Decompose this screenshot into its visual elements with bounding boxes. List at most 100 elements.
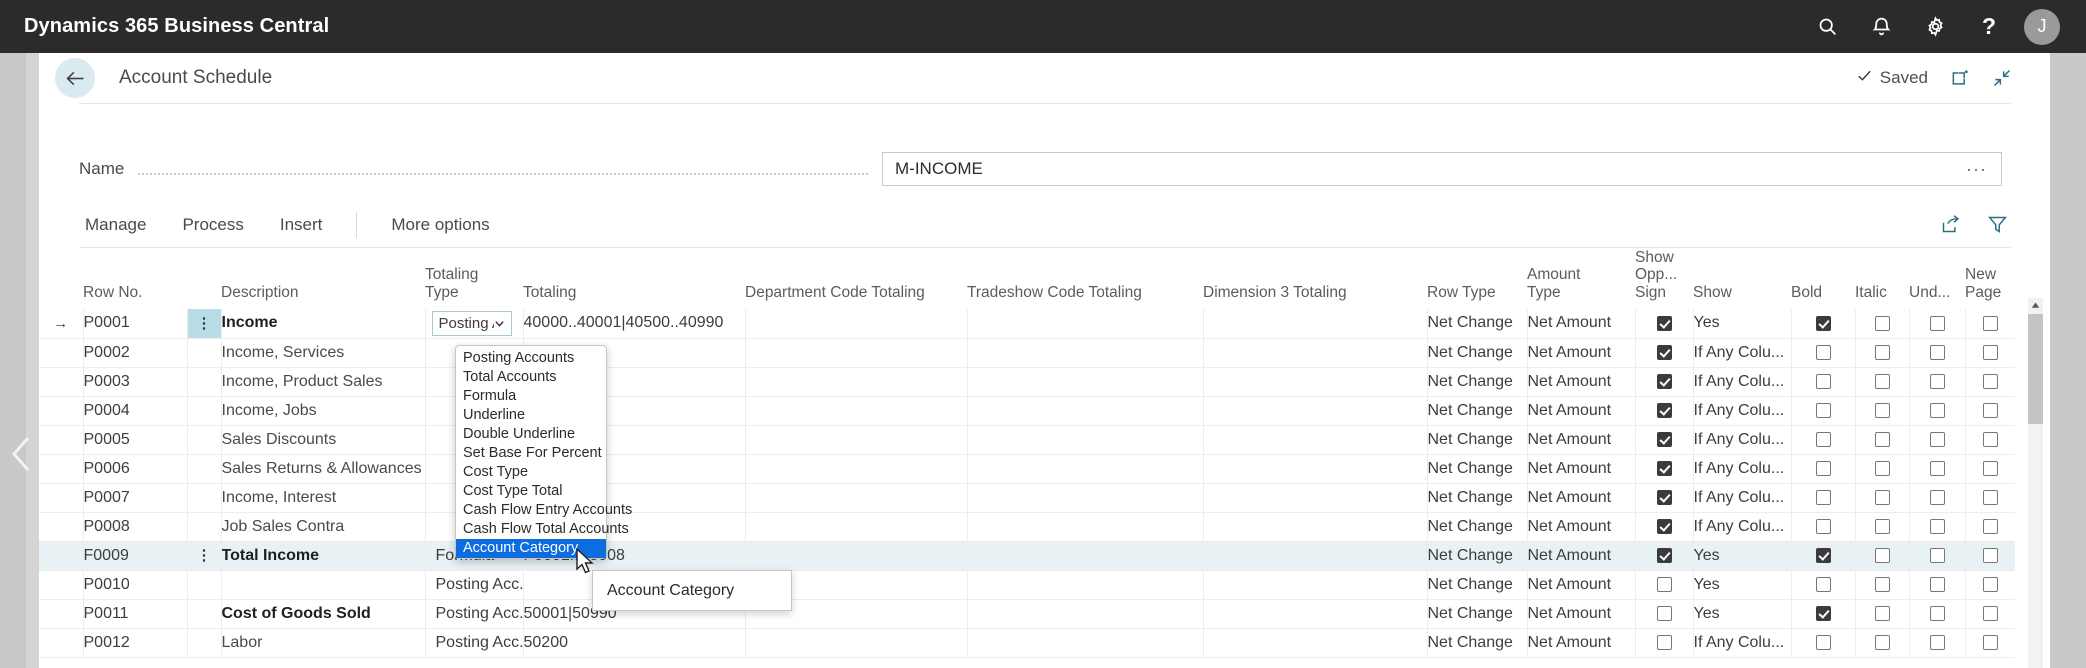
- cell-row-type[interactable]: Net Change: [1427, 628, 1528, 658]
- show-opposite-sign-checkbox[interactable]: [1656, 576, 1672, 592]
- cell-show[interactable]: If Any Colu...: [1693, 396, 1792, 426]
- cell-italic[interactable]: [1855, 367, 1910, 397]
- cell-description[interactable]: Labor: [221, 628, 426, 658]
- cell-totaling[interactable]: 40000..40001|40500..40990: [523, 309, 746, 339]
- cell-amount-type[interactable]: Net Amount: [1527, 483, 1636, 513]
- cell-underline[interactable]: [1909, 483, 1966, 513]
- underline-checkbox[interactable]: [1929, 402, 1945, 418]
- dropdown-option[interactable]: Cost Type: [456, 463, 606, 482]
- cell-description[interactable]: Sales Returns & Allowances: [221, 454, 426, 484]
- show-opposite-sign-checkbox[interactable]: [1656, 634, 1672, 650]
- cell-department-code-totaling[interactable]: [745, 425, 968, 455]
- cell-new-page[interactable]: [1965, 454, 2015, 484]
- cell-row-type[interactable]: Net Change: [1427, 599, 1528, 629]
- row-menu-kebab-icon[interactable]: ⋮: [187, 541, 222, 571]
- cell-amount-type[interactable]: Net Amount: [1527, 599, 1636, 629]
- cell-underline[interactable]: [1909, 512, 1966, 542]
- name-lookup-ellipsis-icon[interactable]: ···: [1966, 160, 1987, 178]
- kebab-glyph[interactable]: ⋮: [188, 316, 221, 331]
- cell-department-code-totaling[interactable]: [745, 338, 968, 368]
- filter-icon[interactable]: [1987, 214, 2008, 235]
- cell-row-no[interactable]: P0012: [83, 628, 188, 658]
- bold-checkbox[interactable]: [1815, 547, 1831, 563]
- cell-amount-type[interactable]: Net Amount: [1527, 367, 1636, 397]
- cell-show[interactable]: Yes: [1693, 541, 1792, 571]
- cell-totaling-type[interactable]: Posting Acc...: [425, 570, 524, 600]
- table-row[interactable]: P0012 Labor Posting Acc... 50200 Net Change N…: [39, 628, 2015, 658]
- underline-checkbox[interactable]: [1929, 373, 1945, 389]
- cell-description[interactable]: Sales Discounts: [221, 425, 426, 455]
- cell-department-code-totaling[interactable]: [745, 541, 968, 571]
- cell-underline[interactable]: [1909, 338, 1966, 368]
- cell-show-opposite-sign[interactable]: [1635, 454, 1694, 484]
- cell-bold[interactable]: [1791, 599, 1856, 629]
- bold-checkbox[interactable]: [1815, 344, 1831, 360]
- new-page-checkbox[interactable]: [1982, 373, 1998, 389]
- cell-underline[interactable]: [1909, 454, 1966, 484]
- dropdown-option[interactable]: Account Category: [456, 539, 606, 558]
- show-opposite-sign-checkbox[interactable]: [1656, 605, 1672, 621]
- ribbon-tab-insert[interactable]: Insert: [262, 215, 341, 235]
- cell-description[interactable]: Total Income: [221, 541, 426, 571]
- cell-bold[interactable]: [1791, 512, 1856, 542]
- col-amount-type[interactable]: Amount Type: [1527, 249, 1635, 309]
- cell-amount-type[interactable]: Net Amount: [1527, 309, 1636, 339]
- underline-checkbox[interactable]: [1929, 518, 1945, 534]
- italic-checkbox[interactable]: [1874, 605, 1890, 621]
- cell-underline[interactable]: [1909, 396, 1966, 426]
- italic-checkbox[interactable]: [1874, 460, 1890, 476]
- cell-new-page[interactable]: [1965, 628, 2015, 658]
- cell-bold[interactable]: [1791, 309, 1856, 339]
- cell-underline[interactable]: [1909, 570, 1966, 600]
- cell-row-no[interactable]: P0007: [83, 483, 188, 513]
- kebab-glyph[interactable]: ⋮: [188, 548, 221, 563]
- cell-tradeshow-code-totaling[interactable]: [967, 454, 1204, 484]
- cell-bold[interactable]: [1791, 454, 1856, 484]
- italic-checkbox[interactable]: [1874, 315, 1890, 331]
- cell-tradeshow-code-totaling[interactable]: [967, 512, 1204, 542]
- col-show[interactable]: Show: [1693, 249, 1791, 309]
- cell-show[interactable]: Yes: [1693, 599, 1792, 629]
- cell-row-no[interactable]: P0002: [83, 338, 188, 368]
- cell-bold[interactable]: [1791, 483, 1856, 513]
- cell-italic[interactable]: [1855, 628, 1910, 658]
- bold-checkbox[interactable]: [1815, 576, 1831, 592]
- underline-checkbox[interactable]: [1929, 634, 1945, 650]
- cell-amount-type[interactable]: Net Amount: [1527, 454, 1636, 484]
- totaling-type-combobox[interactable]: Posting A: [431, 310, 512, 336]
- cell-underline[interactable]: [1909, 309, 1966, 339]
- col-show-opposite-sign[interactable]: Show Opp... Sign: [1635, 249, 1693, 309]
- cell-row-type[interactable]: Net Change: [1427, 483, 1528, 513]
- show-opposite-sign-checkbox[interactable]: [1656, 344, 1672, 360]
- show-opposite-sign-checkbox[interactable]: [1656, 315, 1672, 331]
- bold-checkbox[interactable]: [1815, 315, 1831, 331]
- cell-description[interactable]: Income, Services: [221, 338, 426, 368]
- col-tradeshow-code-totaling[interactable]: Tradeshow Code Totaling: [967, 249, 1203, 309]
- share-icon[interactable]: [1940, 214, 1961, 235]
- cell-tradeshow-code-totaling[interactable]: [967, 425, 1204, 455]
- dropdown-option[interactable]: Total Accounts: [456, 368, 606, 387]
- underline-checkbox[interactable]: [1929, 547, 1945, 563]
- cell-show[interactable]: If Any Colu...: [1693, 483, 1792, 513]
- italic-checkbox[interactable]: [1874, 402, 1890, 418]
- cell-bold[interactable]: [1791, 396, 1856, 426]
- cell-show[interactable]: Yes: [1693, 309, 1792, 339]
- cell-description[interactable]: Income, Product Sales: [221, 367, 426, 397]
- dropdown-option[interactable]: Cost Type Total: [456, 482, 606, 501]
- bold-checkbox[interactable]: [1815, 518, 1831, 534]
- cell-tradeshow-code-totaling[interactable]: [967, 367, 1204, 397]
- cell-tradeshow-code-totaling[interactable]: [967, 338, 1204, 368]
- show-opposite-sign-checkbox[interactable]: [1656, 373, 1672, 389]
- cell-row-no[interactable]: P0008: [83, 512, 188, 542]
- cell-row-no[interactable]: P0011: [83, 599, 188, 629]
- cell-tradeshow-code-totaling[interactable]: [967, 541, 1204, 571]
- cell-tradeshow-code-totaling[interactable]: [967, 309, 1204, 339]
- cell-amount-type[interactable]: Net Amount: [1527, 628, 1636, 658]
- cell-row-type[interactable]: Net Change: [1427, 570, 1528, 600]
- bold-checkbox[interactable]: [1815, 634, 1831, 650]
- cell-show-opposite-sign[interactable]: [1635, 367, 1694, 397]
- cell-dimension-3-totaling[interactable]: [1203, 628, 1428, 658]
- cell-show[interactable]: If Any Colu...: [1693, 454, 1792, 484]
- cell-row-type[interactable]: Net Change: [1427, 309, 1528, 339]
- cell-description[interactable]: [221, 570, 426, 600]
